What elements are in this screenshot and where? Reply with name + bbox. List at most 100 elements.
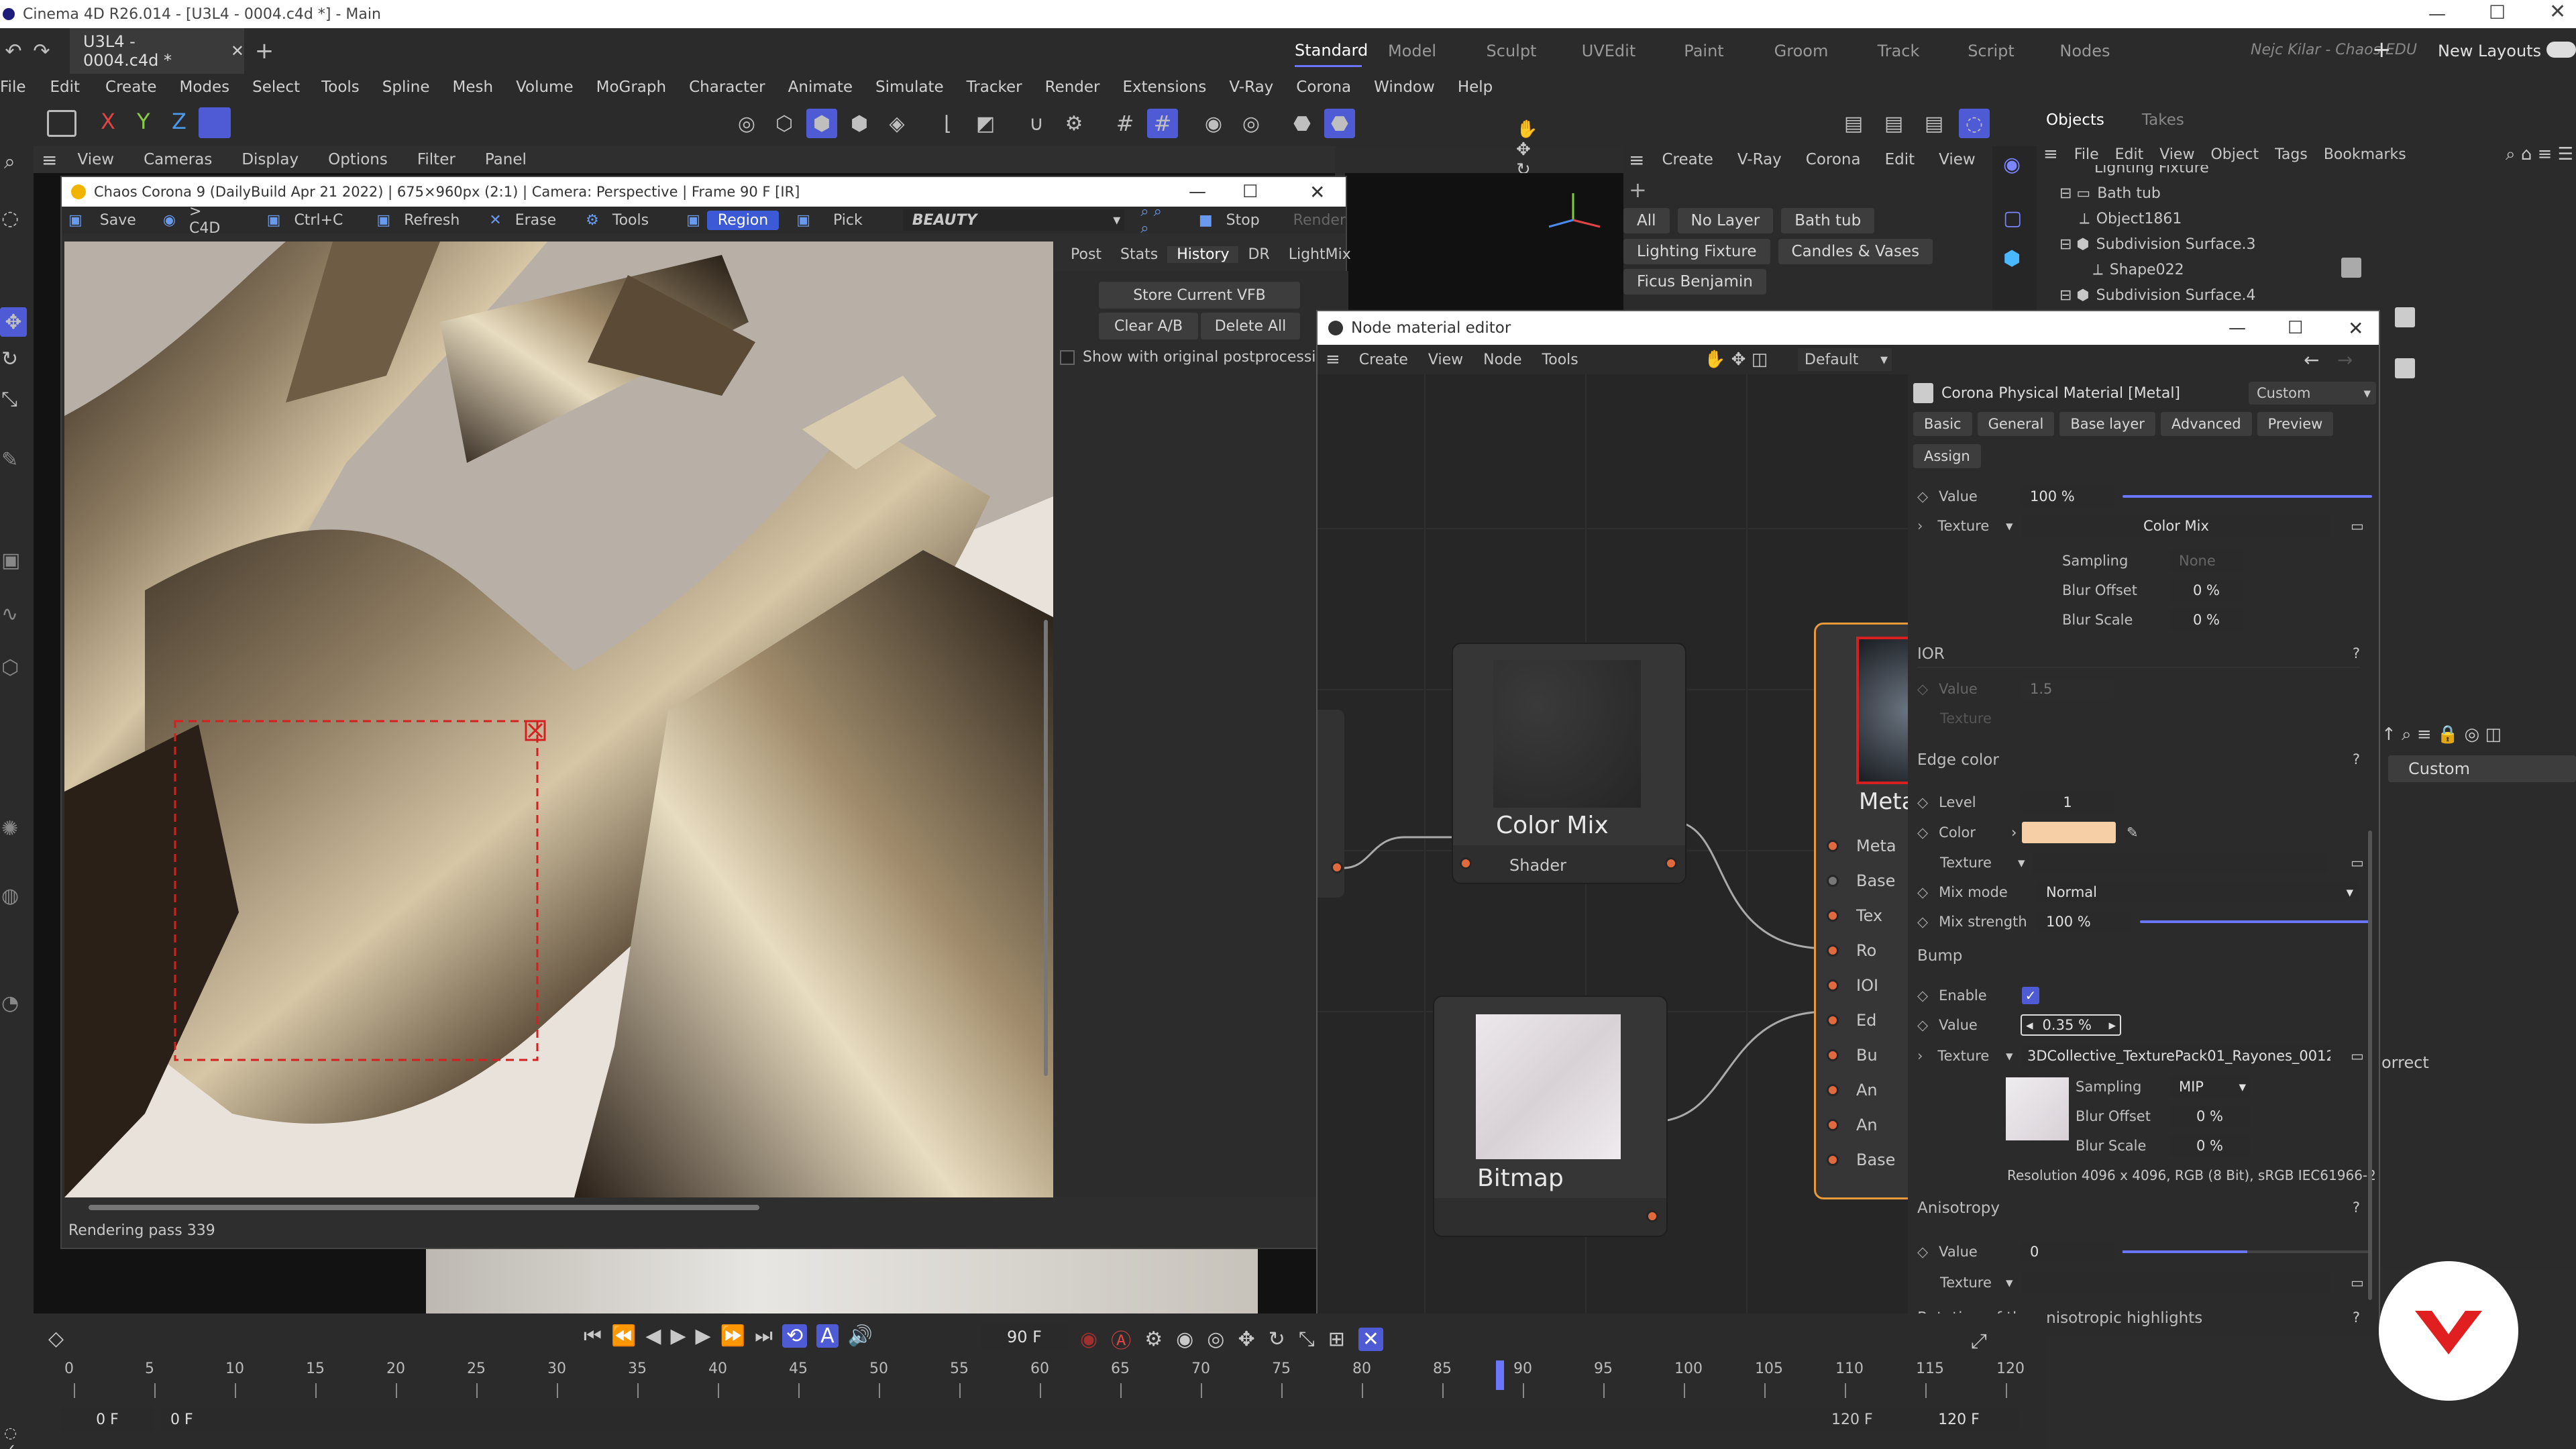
show-original-checkbox[interactable] <box>1060 350 1075 365</box>
tag-icon[interactable]: ◔ <box>1 991 19 1015</box>
vfb-channel-dropdown[interactable]: BEAUTY ▾ <box>902 209 1125 231</box>
vfb-to-c4d-button[interactable]: > C4D <box>189 203 233 237</box>
vfb-refresh-button[interactable]: Refresh <box>404 212 460 229</box>
material-tag-icon[interactable] <box>2395 307 2415 327</box>
layer-filter-all[interactable]: All <box>1623 208 1670 233</box>
clear-ab-button[interactable]: Clear A/B <box>1099 313 1198 339</box>
expand-arrow-icon[interactable]: › <box>2011 824 2017 841</box>
metal-port[interactable] <box>1827 910 1839 922</box>
layout-uvedit[interactable]: UVEdit <box>1560 42 1657 60</box>
soft-select-icon[interactable]: ⚙ <box>1059 109 1089 138</box>
menu-mesh[interactable]: Mesh <box>453 78 494 96</box>
scale-key-icon[interactable]: ⤡ <box>1299 1328 1315 1351</box>
menu-create[interactable]: Create <box>105 78 156 96</box>
tab-objects[interactable]: Objects <box>2046 111 2104 129</box>
preview-start-field[interactable]: 0 F <box>161 1408 1919 1431</box>
node-canvas[interactable]: Color Mix Shader Bitmap Meta Meta Base T… <box>1318 374 1908 1336</box>
material-tag-icon[interactable] <box>2341 258 2361 278</box>
layer-menu-edit[interactable]: Edit <box>1885 151 1915 168</box>
mix-strength-slider[interactable] <box>2140 920 2372 923</box>
texture-menu-icon[interactable]: ▾ <box>2018 855 2025 871</box>
render-queue-icon[interactable]: ▤ <box>1919 109 1949 138</box>
layer-lighting-fixture[interactable]: Lighting Fixture <box>1623 239 1770 264</box>
object-mode-icon[interactable]: ◎ <box>731 109 762 138</box>
menu-volume[interactable]: Volume <box>516 78 574 96</box>
move-icon[interactable]: ✥ <box>0 307 27 337</box>
points-mode-icon[interactable]: ⬡ <box>769 109 800 138</box>
record-icon[interactable]: ◉ <box>1080 1328 1097 1351</box>
playhead[interactable] <box>1496 1360 1504 1390</box>
deformer-icon[interactable]: ⬡ <box>1 656 19 680</box>
vfb-save-button[interactable]: Save <box>100 212 136 229</box>
tools-icon[interactable]: ⚙ <box>586 212 599 229</box>
timeline-ruler[interactable]: 0 5 10 15 20 25 30 35 40 45 50 55 60 65 70 75 80 85 90 95 10… <box>60 1360 2025 1401</box>
vfb-tab-lightmix[interactable]: LightMix <box>1279 246 1360 263</box>
cube-objects-icon[interactable]: ⬢ <box>2003 247 2021 270</box>
viewport-menu-cameras[interactable]: Cameras <box>144 151 212 168</box>
expand-arrow-icon[interactable]: › <box>1917 1048 1923 1064</box>
polygons-mode-icon[interactable]: ⬢ <box>844 109 875 138</box>
mix-strength-field[interactable]: 100 % <box>2037 912 2131 932</box>
close-tab-icon[interactable]: ✕ <box>231 42 244 60</box>
render-active-view-icon[interactable]: ▤ <box>1838 109 1869 138</box>
objects-menu-icon[interactable]: ≡ <box>2043 144 2058 164</box>
node-back-icon[interactable]: ← <box>2304 349 2319 371</box>
tab-assign[interactable]: Assign <box>1913 444 1981 468</box>
node-menu-icon[interactable]: ≡ <box>1326 350 1340 370</box>
pick-icon[interactable]: ▣ <box>796 212 810 229</box>
autokey-icon[interactable]: Ⓐ <box>1111 1324 1131 1354</box>
bump-texture-field[interactable]: 3DCollective_TexturePack01_Rayones_0012_ <box>2022 1045 2330 1067</box>
light-icon[interactable]: ✺ <box>1 817 18 841</box>
next-frame-icon[interactable]: ▶ <box>696 1324 711 1348</box>
ior-value-field[interactable]: 1.5 <box>2021 679 2114 699</box>
layer-ficus-benjamin[interactable]: Ficus Benjamin <box>1623 269 1766 294</box>
region-icon[interactable]: ▣ <box>686 212 700 229</box>
tab-preview[interactable]: Preview <box>2257 412 2334 436</box>
select-icon[interactable]: ◌ <box>1 207 19 230</box>
vfb-h-scrollbar[interactable] <box>89 1205 759 1210</box>
y-axis-toggle[interactable]: Y <box>137 109 150 134</box>
bump-sampling-dropdown[interactable]: MIP ▾ <box>2169 1077 2250 1097</box>
close-window-icon[interactable]: ✕ <box>2549 0 2566 23</box>
prev-key-icon[interactable]: ⏪ <box>611 1324 636 1348</box>
color-mix-input-port[interactable] <box>1460 857 1472 869</box>
tab-advanced[interactable]: Advanced <box>2160 412 2252 436</box>
clapboard-icon[interactable] <box>47 110 76 137</box>
end-frame-field[interactable]: 120 F <box>1898 1408 2019 1431</box>
menu-mograph[interactable]: MoGraph <box>596 78 666 96</box>
new-layouts-label[interactable]: New Layouts <box>2438 42 2541 60</box>
layer-candles-vases[interactable]: Candles & Vases <box>1778 239 1933 264</box>
layer-menu-icon[interactable]: ≡ <box>1629 149 1644 171</box>
go-to-start-icon[interactable]: ⏮ <box>584 1324 602 1348</box>
objects-menu-object[interactable]: Object <box>2210 146 2259 163</box>
metal-port[interactable] <box>1827 875 1839 887</box>
folder-icon[interactable]: ▭ <box>2351 1275 2364 1291</box>
base-texture-field[interactable]: Color Mix <box>2022 515 2330 537</box>
scale-icon[interactable]: ⤡ <box>1 388 17 411</box>
stepper-right-icon[interactable]: ▸ <box>2108 1017 2116 1033</box>
folder-icon[interactable]: ▭ <box>2351 518 2364 534</box>
menu-simulate[interactable]: Simulate <box>875 78 944 96</box>
blur-scale-field[interactable]: 0 % <box>2169 610 2243 630</box>
menu-spline[interactable]: Spline <box>382 78 430 96</box>
tab-general[interactable]: General <box>1977 412 2055 436</box>
menu-render[interactable]: Render <box>1045 78 1100 96</box>
node-port[interactable] <box>1331 861 1343 873</box>
pla-key-icon[interactable]: ✕ <box>1358 1327 1384 1351</box>
layer-filter-no-layer[interactable]: No Layer <box>1677 208 1774 233</box>
base-value-field[interactable]: 100 % <box>2021 486 2114 506</box>
vfb-render-image[interactable] <box>64 241 1053 1197</box>
dope-icon[interactable]: ◎ <box>1207 1328 1224 1351</box>
layout-toggle[interactable] <box>2546 42 2576 58</box>
copy-icon[interactable]: ▣ <box>267 212 281 229</box>
viewport-menu-panel[interactable]: Panel <box>485 151 527 168</box>
vfb-tab-post[interactable]: Post <box>1061 246 1111 263</box>
viewport-menu-filter[interactable]: Filter <box>417 151 455 168</box>
bitmap-output-port[interactable] <box>1646 1210 1658 1222</box>
erase-icon[interactable]: ✕ <box>489 212 501 229</box>
tab-base-layer[interactable]: Base layer <box>2059 412 2155 436</box>
brush-icon[interactable]: ✎ <box>1 448 18 472</box>
go-to-end-icon[interactable]: ⏭ <box>755 1324 773 1348</box>
menu-modes[interactable]: Modes <box>179 78 229 96</box>
objects-menu-view[interactable]: View <box>2159 146 2194 163</box>
